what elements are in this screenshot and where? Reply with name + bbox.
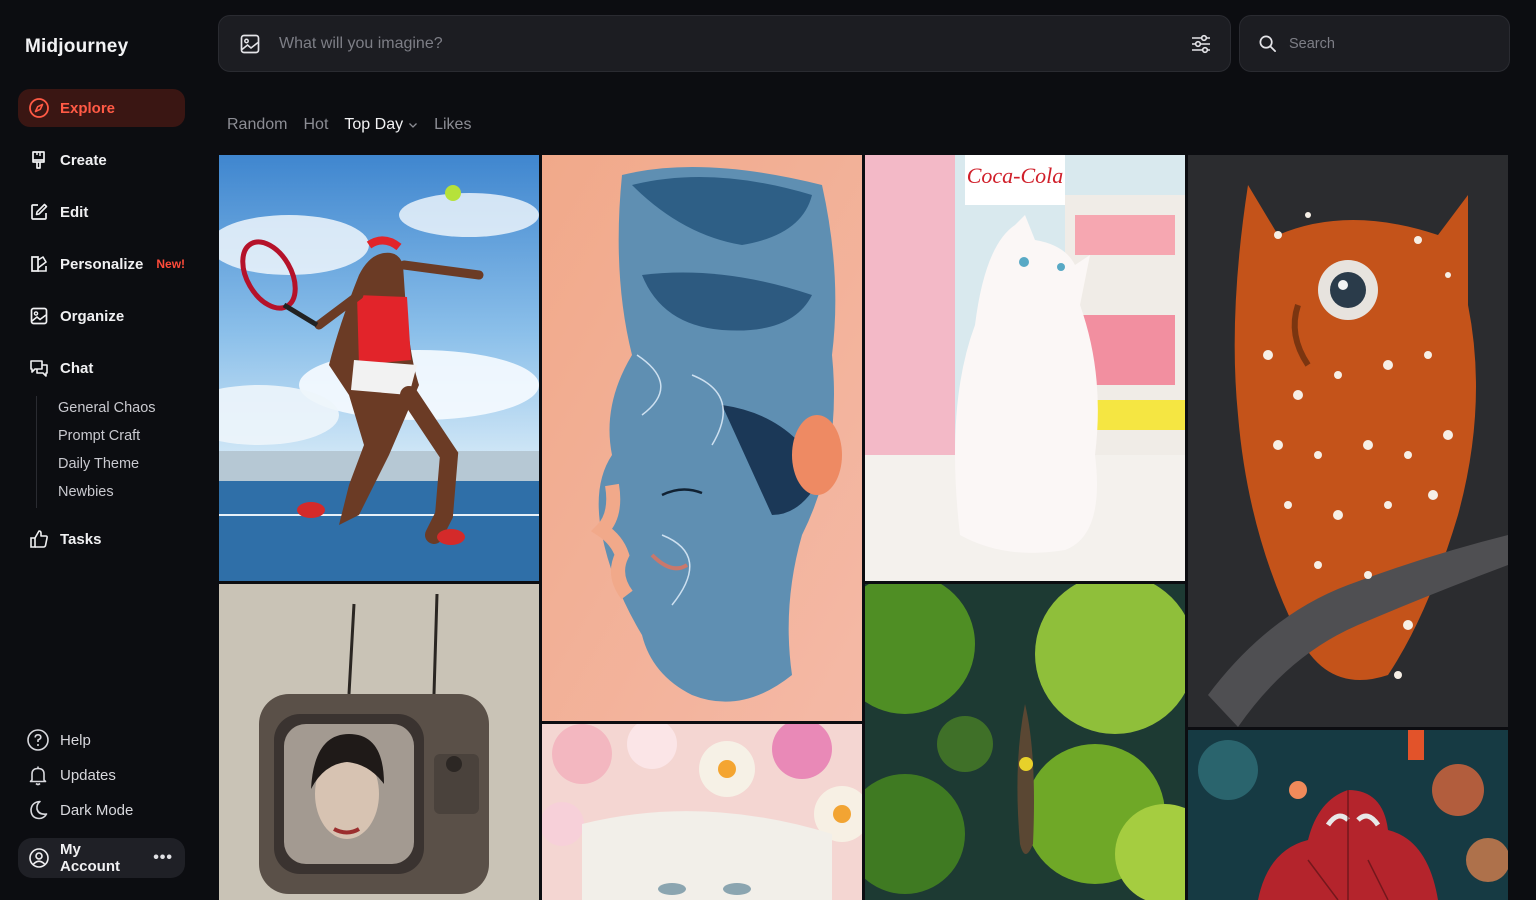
- image-gallery: Coca-Cola: [219, 155, 1508, 900]
- personalize-icon: [28, 253, 50, 275]
- chat-channel-daily-theme[interactable]: Daily Theme: [58, 452, 156, 480]
- gallery-image-water-face[interactable]: [542, 155, 862, 721]
- sidebar: Midjourney Explore Create Edit Personali…: [0, 0, 205, 900]
- more-options-icon[interactable]: •••: [153, 849, 173, 867]
- gallery-image-spiderman[interactable]: [1188, 730, 1508, 900]
- brush-icon: [28, 149, 50, 171]
- sidebar-item-edit[interactable]: Edit: [18, 193, 185, 231]
- thumbs-up-icon: [28, 528, 50, 550]
- sidebar-item-personalize[interactable]: Personalize New!: [18, 245, 185, 283]
- chat-channel-prompt-craft[interactable]: Prompt Craft: [58, 424, 156, 452]
- edit-icon: [28, 201, 50, 223]
- new-badge: New!: [156, 257, 186, 271]
- gallery-image-tennis[interactable]: [219, 155, 539, 581]
- gallery-image-kitten[interactable]: Coca-Cola: [865, 155, 1185, 581]
- imagine-bar: [218, 15, 1231, 72]
- dark-mode-label: Dark Mode: [60, 801, 134, 819]
- sidebar-item-explore[interactable]: Explore: [18, 89, 185, 127]
- imagine-input[interactable]: [277, 33, 1174, 54]
- help-icon: [26, 728, 50, 752]
- sidebar-item-label: Edit: [60, 203, 89, 221]
- user-icon: [28, 847, 50, 869]
- updates-label: Updates: [60, 766, 116, 784]
- tab-likes[interactable]: Likes: [434, 116, 471, 134]
- chat-channel-general-chaos[interactable]: General Chaos: [58, 396, 156, 424]
- compass-icon: [28, 97, 50, 119]
- sidebar-item-label: Chat: [60, 359, 94, 377]
- search-input[interactable]: [1287, 34, 1493, 53]
- sidebar-item-organize[interactable]: Organize: [18, 297, 185, 335]
- image-upload-icon[interactable]: [239, 33, 261, 55]
- dark-mode-toggle[interactable]: Dark Mode: [26, 796, 133, 824]
- chat-channel-newbies[interactable]: Newbies: [58, 480, 156, 508]
- sidebar-item-label: Personalize: [60, 255, 144, 273]
- help-label: Help: [60, 731, 91, 749]
- updates-link[interactable]: Updates: [26, 761, 116, 789]
- bell-icon: [26, 763, 50, 787]
- tab-random[interactable]: Random: [227, 116, 287, 134]
- sidebar-item-create[interactable]: Create: [18, 141, 185, 179]
- chevron-down-icon: [408, 120, 418, 130]
- moon-icon: [26, 798, 50, 822]
- brand-logo[interactable]: Midjourney: [25, 36, 128, 58]
- chat-channel-list: General Chaos Prompt Craft Daily Theme N…: [36, 396, 156, 508]
- sidebar-item-label: Tasks: [60, 530, 102, 548]
- account-label: My Account: [60, 841, 120, 875]
- gallery-image-owl[interactable]: [1188, 155, 1508, 727]
- sidebar-item-tasks[interactable]: Tasks: [18, 520, 185, 558]
- help-link[interactable]: Help: [26, 726, 91, 754]
- search-box: [1239, 15, 1510, 72]
- my-account-button[interactable]: My Account •••: [18, 838, 185, 878]
- gallery-image-retro-tv[interactable]: [219, 584, 539, 900]
- tab-top-day-label: Top Day: [344, 116, 404, 133]
- sidebar-item-label: Create: [60, 151, 107, 169]
- gallery-image-canoe[interactable]: [865, 584, 1185, 900]
- search-icon: [1258, 34, 1277, 53]
- gallery-image-flower-crown[interactable]: [542, 724, 862, 900]
- explore-filter-tabs: Random Hot Top Day Likes: [227, 116, 471, 134]
- sidebar-item-label: Explore: [60, 99, 116, 117]
- tab-top-day[interactable]: Top Day: [344, 116, 418, 134]
- tab-hot[interactable]: Hot: [303, 116, 328, 134]
- image-icon: [28, 305, 50, 327]
- sidebar-item-chat[interactable]: Chat: [18, 349, 185, 387]
- chat-icon: [28, 357, 50, 379]
- settings-sliders-icon[interactable]: [1190, 33, 1212, 55]
- sidebar-item-label: Organize: [60, 307, 125, 325]
- coca-cola-sign-text: Coca-Cola: [967, 163, 1064, 188]
